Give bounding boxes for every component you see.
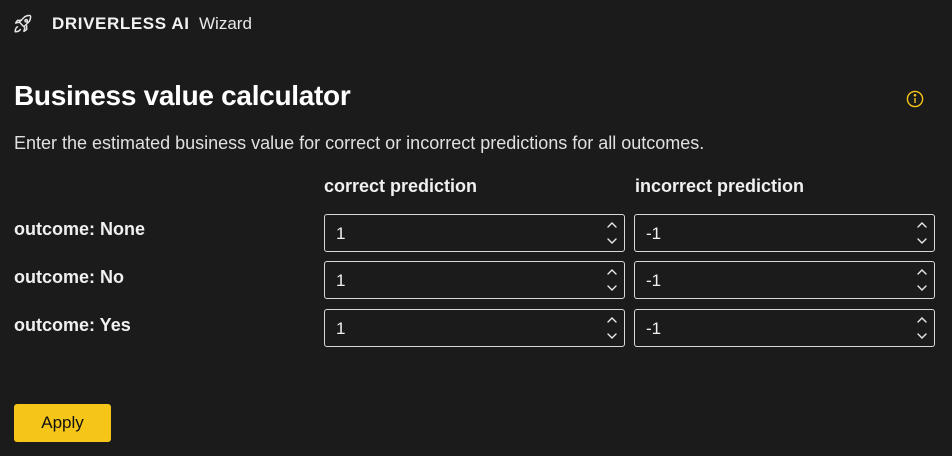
page-title: Business value calculator: [14, 80, 351, 111]
row-label-outcome-none: outcome: None: [14, 219, 146, 239]
input-value: -1: [646, 271, 662, 290]
column-header-correct: correct prediction: [324, 176, 478, 196]
row-label-outcome-no: outcome: No: [14, 267, 124, 287]
top-bar: DRIVERLESS AI Wizard: [0, 0, 952, 48]
incorrect-value-input-yes[interactable]: -1: [634, 309, 935, 347]
correct-value-input-no[interactable]: 1: [324, 261, 625, 299]
spinner-arrows-icon[interactable]: [916, 218, 928, 248]
spinner-arrows-icon[interactable]: [916, 313, 928, 343]
input-value: -1: [646, 224, 662, 243]
input-value: -1: [646, 319, 662, 338]
brand-name[interactable]: DRIVERLESS AI: [52, 14, 190, 34]
incorrect-value-input-no[interactable]: -1: [634, 261, 935, 299]
spinner-arrows-icon[interactable]: [916, 265, 928, 295]
spinner-arrows-icon[interactable]: [606, 313, 618, 343]
correct-value-input-none[interactable]: 1: [324, 214, 625, 252]
spinner-arrows-icon[interactable]: [606, 265, 618, 295]
rocket-icon[interactable]: [12, 13, 34, 35]
input-value: 1: [336, 319, 346, 338]
input-value: 1: [336, 224, 346, 243]
spinner-arrows-icon[interactable]: [606, 218, 618, 248]
page-description: Enter the estimated business value for c…: [14, 133, 705, 153]
row-label-outcome-yes: outcome: Yes: [14, 315, 131, 335]
info-icon[interactable]: [906, 90, 924, 108]
correct-value-input-yes[interactable]: 1: [324, 309, 625, 347]
incorrect-value-input-none[interactable]: -1: [634, 214, 935, 252]
section-label: Wizard: [199, 14, 252, 33]
input-value: 1: [336, 271, 346, 290]
apply-button[interactable]: Apply: [14, 404, 111, 442]
column-header-incorrect: incorrect prediction: [635, 176, 805, 196]
